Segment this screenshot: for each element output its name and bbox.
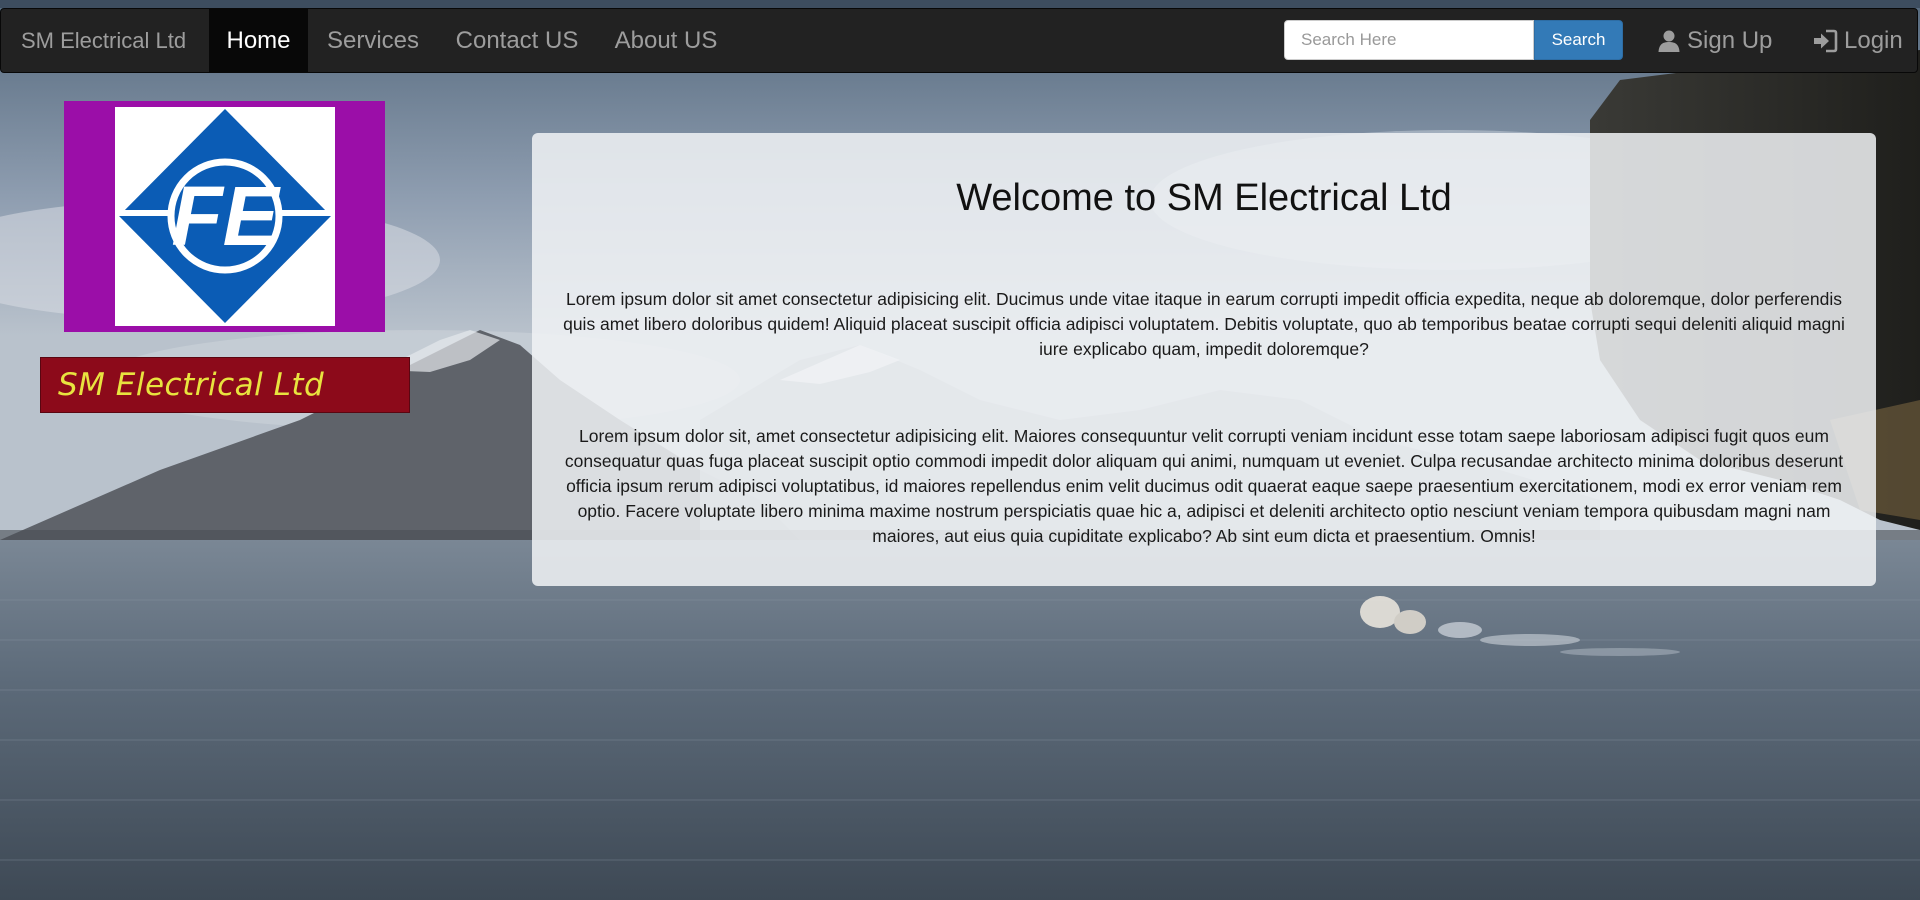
company-name-text: SM Electrical Ltd	[58, 367, 325, 403]
nav-item-home[interactable]: Home	[209, 9, 308, 72]
search-input[interactable]	[1284, 20, 1534, 60]
sign-up-label: Sign Up	[1687, 27, 1773, 54]
sign-up-link[interactable]: Sign Up	[1657, 9, 1772, 72]
search-button[interactable]: Search	[1534, 20, 1623, 60]
top-edge-strip	[0, 0, 1920, 8]
navbar-brand[interactable]: SM Electrical Ltd	[21, 9, 186, 72]
logo-text: FE	[171, 169, 281, 263]
company-name-banner: SM Electrical Ltd	[40, 357, 410, 413]
welcome-panel: Welcome to SM Electrical Ltd Lorem ipsum…	[532, 133, 1876, 586]
fe-diamond-logo-icon: FE	[115, 109, 335, 323]
nav-item-about-us[interactable]: About US	[596, 9, 736, 72]
welcome-title: Welcome to SM Electrical Ltd	[956, 177, 1452, 219]
nav-item-services[interactable]: Services	[308, 9, 438, 72]
top-navbar: SM Electrical Ltd Home Services Contact …	[0, 8, 1918, 73]
company-logo: FE	[64, 101, 385, 332]
welcome-paragraph-2: Lorem ipsum dolor sit, amet consectetur …	[564, 426, 1844, 546]
welcome-paragraph-1: Lorem ipsum dolor sit amet consectetur a…	[563, 289, 1845, 359]
login-label: Login	[1844, 27, 1903, 54]
login-link[interactable]: Login	[1812, 9, 1903, 72]
logo-white-panel: FE	[115, 107, 335, 326]
user-icon	[1657, 29, 1681, 53]
nav-item-contact-us[interactable]: Contact US	[438, 9, 596, 72]
log-in-icon	[1812, 29, 1838, 53]
